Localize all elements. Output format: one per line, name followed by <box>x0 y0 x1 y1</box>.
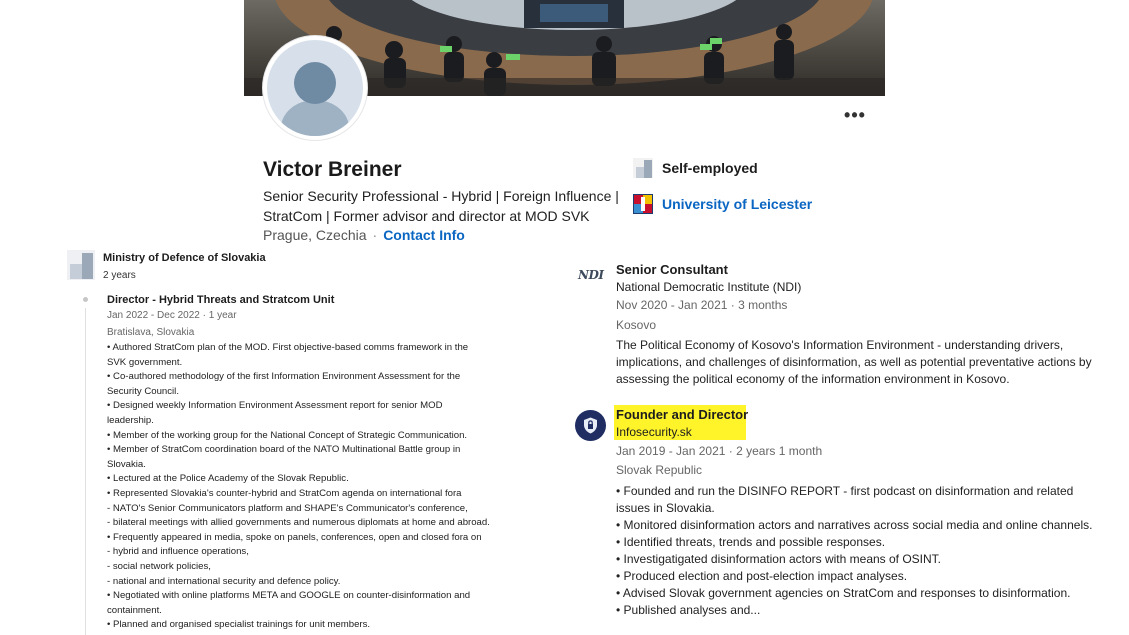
role-title: Director - Hybrid Threats and Stratcom U… <box>107 294 335 306</box>
role-dates: Jan 2019 - Jan 2021 · 2 years 1 month <box>616 444 823 458</box>
description-line: - NATO's Senior Communicators platform a… <box>107 502 468 514</box>
description-line: - national and international security an… <box>107 575 341 587</box>
description-line: SVK government. <box>107 356 183 368</box>
company-name: Self-employed <box>662 160 758 176</box>
tenure-duration: 2 years <box>103 270 136 281</box>
description-line: • Represented Slovakia's counter-hybrid … <box>107 487 462 499</box>
description-line: • Identified threats, trends and possibl… <box>616 535 886 549</box>
description-line: assessing the political economy of the i… <box>616 372 1010 386</box>
company-name[interactable]: National Democratic Institute (NDI) <box>616 280 801 294</box>
default-avatar-icon <box>267 40 363 136</box>
role-location: Bratislava, Slovakia <box>107 327 195 338</box>
separator-dot: · <box>372 227 378 243</box>
description-line: • Monitored disinformation actors and na… <box>616 518 1093 532</box>
description-line: • Negotiated with online platforms META … <box>107 590 471 602</box>
role-dates: Jan 2022 - Dec 2022 · 1 year <box>107 310 237 321</box>
company-name[interactable]: Ministry of Defence of Slovakia <box>103 252 266 264</box>
shield-lock-icon <box>584 417 597 434</box>
profile-headline: Senior Security Professional - Hybrid | … <box>263 186 623 226</box>
role-location: Slovak Republic <box>616 463 703 477</box>
more-options-button[interactable]: ••• <box>842 106 868 124</box>
role-title: Founder and Director <box>616 407 749 422</box>
description-line: • Advised Slovak government agencies on … <box>616 586 1071 600</box>
description-line: containment. <box>107 604 162 616</box>
ndi-logo-icon[interactable]: NDI <box>578 268 604 290</box>
description-line: issues in Slovakia. <box>616 501 715 515</box>
company-name[interactable]: Infosecurity.sk <box>616 425 692 439</box>
description-line: Slovakia. <box>107 458 146 470</box>
infosecurity-logo-icon[interactable] <box>575 410 606 441</box>
description-line: • Authored StratCom plan of the MOD. Fir… <box>107 342 469 353</box>
description-line: • Lectured at the Police Academy of the … <box>107 473 349 485</box>
profile-location: Prague, Czechia <box>263 227 367 243</box>
description-line: • Produced election and post-election im… <box>616 569 908 583</box>
profile-avatar[interactable] <box>263 36 367 140</box>
headline-line: Senior Security Professional - Hybrid | … <box>263 188 619 204</box>
description-line: • Designed weekly Information Environmen… <box>107 400 443 412</box>
description-line: • Frequently appeared in media, spoke on… <box>107 531 482 543</box>
headline-line: StratCom | Former advisor and director a… <box>263 208 590 224</box>
role-location: Kosovo <box>616 318 657 332</box>
description-line: Security Council. <box>107 385 179 397</box>
description-line: • Investigatigated disinformation actors… <box>616 552 942 566</box>
description-line: - social network policies, <box>107 560 211 572</box>
location-row: Prague, Czechia · Contact Info <box>263 227 465 243</box>
description-line: • Co-authored methodology of the first I… <box>107 371 461 383</box>
description-line: - hybrid and influence operations, <box>107 546 249 558</box>
university-name: University of Leicester <box>662 196 813 212</box>
description-line: • Member of StratCom coordination board … <box>107 444 461 456</box>
company-logo-icon <box>633 158 653 178</box>
description-line: The Political Economy of Kosovo's Inform… <box>616 338 1064 352</box>
description-line: • Member of the working group for the Na… <box>107 429 468 441</box>
description-line: implications, and challenges of disinfor… <box>616 355 1092 369</box>
role-title: Senior Consultant <box>616 262 728 277</box>
ministry-logo-icon[interactable] <box>67 250 95 280</box>
timeline-line <box>85 308 86 635</box>
description-line: • Founded and run the DISINFO REPORT - f… <box>616 484 1074 498</box>
profile-name: Victor Breiner <box>263 158 402 181</box>
description-line: • Planned and organised specialist train… <box>107 619 371 631</box>
role-description: • Founded and run the DISINFO REPORT - f… <box>616 483 1093 619</box>
contact-info-link[interactable]: Contact Info <box>383 227 465 243</box>
timeline-dot <box>83 297 88 302</box>
description-line: - bilateral meetings with allied governm… <box>107 517 490 529</box>
university-logo-icon <box>633 194 653 214</box>
role-dates: Nov 2020 - Jan 2021 · 3 months <box>616 298 788 312</box>
description-line: • Published analyses and... <box>616 603 761 617</box>
role-description: The Political Economy of Kosovo's Inform… <box>616 337 1092 388</box>
description-line: leadership. <box>107 414 154 426</box>
role-description: • Authored StratCom plan of the MOD. Fir… <box>107 341 517 633</box>
